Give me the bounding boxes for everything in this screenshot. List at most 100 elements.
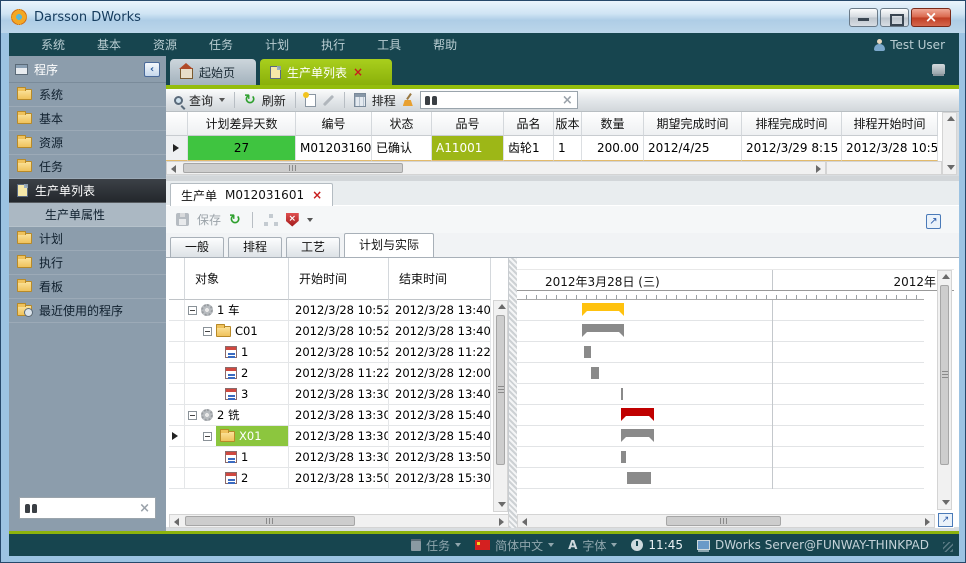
- fit-view-icon[interactable]: [938, 513, 953, 527]
- tree-row[interactable]: 2 2012/3/28 13:50 2012/3/28 15:30: [169, 468, 508, 489]
- sidebar-item-production-order-props[interactable]: 生产单属性: [9, 203, 166, 227]
- tree-vscrollbar[interactable]: [493, 300, 508, 512]
- scroll-right-icon[interactable]: [495, 515, 508, 527]
- menu-help[interactable]: 帮助: [419, 34, 471, 55]
- gantt-bar[interactable]: [621, 408, 654, 416]
- refresh-icon[interactable]: [229, 212, 241, 228]
- tree-row-selected[interactable]: X01 2012/3/28 13:30 2012/3/28 15:40: [169, 426, 508, 447]
- gantt-hscrollbar[interactable]: [517, 514, 935, 528]
- status-font-selector[interactable]: A 字体: [568, 537, 617, 554]
- table-row[interactable]: 27 M012031601 已确认 A11001 齿轮1 1 200.00 20…: [166, 136, 942, 161]
- folder-icon: [216, 326, 231, 337]
- gantt-bar[interactable]: [627, 472, 651, 484]
- flag-icon: [475, 540, 490, 550]
- sidebar-item-execute[interactable]: 执行: [9, 251, 166, 275]
- sidebar-item-plan[interactable]: 计划: [9, 227, 166, 251]
- current-user[interactable]: Test User: [874, 38, 959, 52]
- sidebar-search-input[interactable]: [42, 501, 134, 515]
- detail-tab-production-order[interactable]: 生产单 M012031601: [170, 183, 333, 206]
- subtab-process[interactable]: 工艺: [286, 237, 340, 257]
- schedule-button[interactable]: 排程: [372, 92, 396, 109]
- sidebar-item-system[interactable]: 系统: [9, 83, 166, 107]
- gantt-vscrollbar[interactable]: [937, 270, 952, 510]
- maximize-button[interactable]: [880, 8, 909, 27]
- tree-row[interactable]: 3 2012/3/28 13:30 2012/3/28 13:40: [169, 384, 508, 405]
- scroll-down-icon[interactable]: [938, 497, 951, 509]
- subtab-schedule[interactable]: 排程: [228, 237, 282, 257]
- menu-bar: 系统 基本 资源 任务 计划 执行 工具 帮助 Test User: [9, 33, 959, 56]
- edit-pencil-icon[interactable]: [323, 94, 334, 105]
- gantt-bar[interactable]: [582, 324, 624, 332]
- subtab-plan-vs-actual[interactable]: 计划与实际: [344, 233, 434, 257]
- close-button[interactable]: [911, 8, 951, 27]
- menu-execute[interactable]: 执行: [307, 34, 359, 55]
- shield-delete-icon[interactable]: [286, 213, 299, 227]
- scroll-down-icon[interactable]: [943, 162, 956, 174]
- sidebar-item-board[interactable]: 看板: [9, 275, 166, 299]
- sidebar-item-resource[interactable]: 资源: [9, 131, 166, 155]
- menu-tools[interactable]: 工具: [363, 34, 415, 55]
- scroll-left-icon[interactable]: [518, 515, 531, 527]
- popout-window-icon[interactable]: [926, 214, 941, 229]
- shield-dropdown-icon[interactable]: [307, 218, 313, 222]
- tab-start-page[interactable]: 起始页: [170, 59, 256, 85]
- collapse-icon[interactable]: [188, 306, 197, 315]
- orders-hscrollbar[interactable]: [166, 161, 826, 175]
- new-document-icon[interactable]: [305, 94, 316, 107]
- save-button[interactable]: 保存: [197, 211, 221, 228]
- menu-basic[interactable]: 基本: [83, 34, 135, 55]
- sidebar-collapse-button[interactable]: [144, 62, 160, 77]
- clipboard-icon: [411, 539, 421, 551]
- tree-row[interactable]: 1 2012/3/28 10:52 2012/3/28 11:22: [169, 342, 508, 363]
- scroll-left-icon[interactable]: [170, 515, 183, 527]
- scroll-right-icon[interactable]: [921, 515, 934, 527]
- vertical-splitter[interactable]: [509, 258, 517, 528]
- sidebar-item-production-order-list[interactable]: 生产单列表: [9, 179, 166, 203]
- refresh-button[interactable]: 刷新: [262, 92, 286, 109]
- tree-row[interactable]: 1 车 2012/3/28 10:52 2012/3/28 13:40: [169, 300, 508, 321]
- scroll-left-icon[interactable]: [167, 162, 180, 174]
- tree-hscrollbar[interactable]: [169, 514, 509, 528]
- collapse-icon[interactable]: [188, 411, 197, 420]
- gantt-bar[interactable]: [621, 429, 654, 437]
- menu-task[interactable]: 任务: [195, 34, 247, 55]
- status-task-selector[interactable]: 任务: [411, 537, 461, 554]
- gantt-bar[interactable]: [582, 303, 624, 311]
- menu-resource[interactable]: 资源: [139, 34, 191, 55]
- clear-search-icon[interactable]: [562, 93, 573, 108]
- tree-row[interactable]: 2 2012/3/28 11:22 2012/3/28 12:00: [169, 363, 508, 384]
- scroll-down-icon[interactable]: [494, 499, 507, 511]
- close-tab-icon[interactable]: [353, 65, 363, 79]
- orders-vscrollbar[interactable]: [942, 112, 957, 175]
- org-chart-icon[interactable]: [264, 214, 278, 226]
- gantt-bar[interactable]: [621, 388, 623, 400]
- tab-production-order-list[interactable]: 生产单列表: [260, 59, 392, 85]
- gantt-bar[interactable]: [621, 451, 626, 463]
- sidebar-item-basic[interactable]: 基本: [9, 107, 166, 131]
- menu-system[interactable]: 系统: [27, 34, 79, 55]
- tree-row[interactable]: C01 2012/3/28 10:52 2012/3/28 13:40: [169, 321, 508, 342]
- menu-plan[interactable]: 计划: [251, 34, 303, 55]
- gantt-bar[interactable]: [584, 346, 591, 358]
- status-language-selector[interactable]: 简体中文: [475, 537, 554, 554]
- clear-search-icon[interactable]: [139, 501, 150, 516]
- close-detail-tab-icon[interactable]: [312, 188, 322, 202]
- collapse-icon[interactable]: [203, 432, 212, 441]
- tree-row[interactable]: 2 铣 2012/3/28 13:30 2012/3/28 15:40: [169, 405, 508, 426]
- sidebar-item-task[interactable]: 任务: [9, 155, 166, 179]
- broom-clear-icon[interactable]: [402, 94, 414, 106]
- subtab-general[interactable]: 一般: [170, 237, 224, 257]
- collapse-icon[interactable]: [203, 327, 212, 336]
- query-dropdown-icon[interactable]: [219, 98, 225, 102]
- sidebar-item-recent-programs[interactable]: 最近使用的程序: [9, 299, 166, 323]
- scroll-right-icon[interactable]: [812, 162, 825, 174]
- font-icon: A: [568, 538, 577, 552]
- resize-grip[interactable]: [943, 542, 953, 552]
- task-calendar-icon: [225, 346, 237, 358]
- list-search-input[interactable]: [441, 94, 558, 106]
- tree-row[interactable]: 1 2012/3/28 13:30 2012/3/28 13:50: [169, 447, 508, 468]
- query-button[interactable]: 查询: [189, 92, 213, 109]
- pin-icon[interactable]: [932, 64, 945, 74]
- minimize-button[interactable]: [849, 8, 878, 27]
- gantt-bar[interactable]: [591, 367, 599, 379]
